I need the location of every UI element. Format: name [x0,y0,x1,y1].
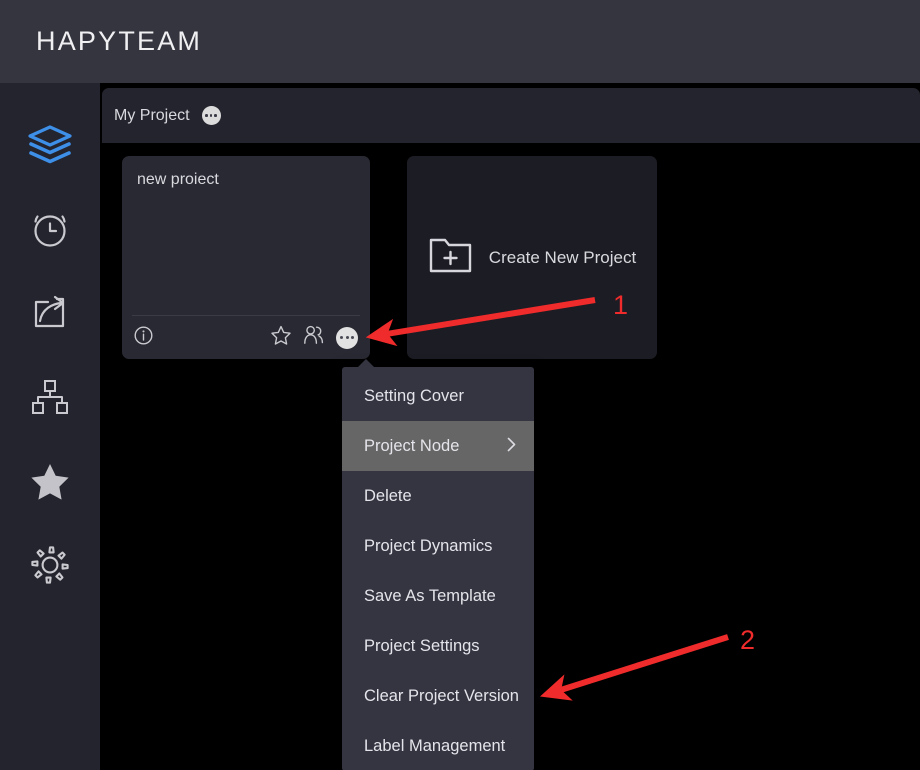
context-menu-item-project-settings[interactable]: Project Settings [342,621,534,671]
alarm-clock-icon [29,208,71,250]
layers-icon [27,124,73,166]
folder-plus-icon [428,235,473,280]
gear-icon [29,544,71,586]
info-circle-icon[interactable] [134,325,153,350]
top-header-bar: HAPYTEAM [0,0,920,83]
annotation-number-1: 1 [613,290,629,320]
tab-more-button[interactable] [201,106,221,125]
project-card-footer-right [271,325,358,350]
context-menu-item-label: Project Settings [364,636,480,655]
share-export-icon [30,293,70,333]
sidebar-item-share[interactable] [0,271,100,355]
context-menu-item-label-management[interactable]: Label Management [342,721,534,770]
context-menu-item-delete[interactable]: Delete [342,471,534,521]
create-new-project-label: Create New Project [488,247,637,267]
users-icon[interactable] [303,325,324,350]
project-card-more-button[interactable] [336,326,358,349]
org-chart-icon [30,377,70,417]
app-root: HAPYTEAM My Project new proiect Create N… [0,0,920,770]
tab-my-project-label[interactable]: My Project [114,107,190,125]
context-menu-caret [358,359,374,367]
chevron-right-icon [507,437,516,455]
context-menu-item-label: Label Management [364,736,506,755]
sidebar-item-settings[interactable] [0,523,100,607]
project-card-grid: new proiect Create New Project [122,156,657,359]
project-card-footer [122,316,370,359]
sidebar-item-favorites[interactable] [0,439,100,523]
sidebar-item-org-chart[interactable] [0,355,100,439]
left-sidebar [0,83,100,770]
context-menu-item-project-dynamics[interactable]: Project Dynamics [342,521,534,571]
sidebar-item-layers[interactable] [0,103,100,187]
context-menu-item-label: Project Node [364,436,460,455]
app-brand-title: HAPYTEAM [36,26,203,56]
project-card-footer-left [134,325,153,350]
star-outline-icon[interactable] [271,325,291,350]
context-menu-item-clear-project-version[interactable]: Clear Project Version [342,671,534,721]
context-menu-item-project-node[interactable]: Project Node [342,421,534,471]
three-dots-icon [205,114,208,117]
annotation-number-2: 2 [740,625,756,655]
context-menu-item-setting-cover[interactable]: Setting Cover [342,371,534,421]
context-menu-item-save-as-template[interactable]: Save As Template [342,571,534,621]
project-context-menu: Setting Cover Project Node Delete Projec… [342,359,534,770]
create-new-project-card[interactable]: Create New Project [407,156,657,359]
project-tab-bar: My Project [102,88,920,143]
context-menu-item-label: Clear Project Version [364,686,519,705]
context-menu-item-label: Setting Cover [364,386,464,405]
context-menu-item-label: Save As Template [364,586,496,605]
project-card[interactable]: new proiect [122,156,370,359]
three-dots-icon [340,336,343,339]
context-menu-item-label: Project Dynamics [364,536,493,555]
project-card-title: new proiect [137,171,219,188]
star-filled-icon [29,460,71,502]
context-menu-item-label: Delete [364,486,412,505]
sidebar-item-alarm[interactable] [0,187,100,271]
